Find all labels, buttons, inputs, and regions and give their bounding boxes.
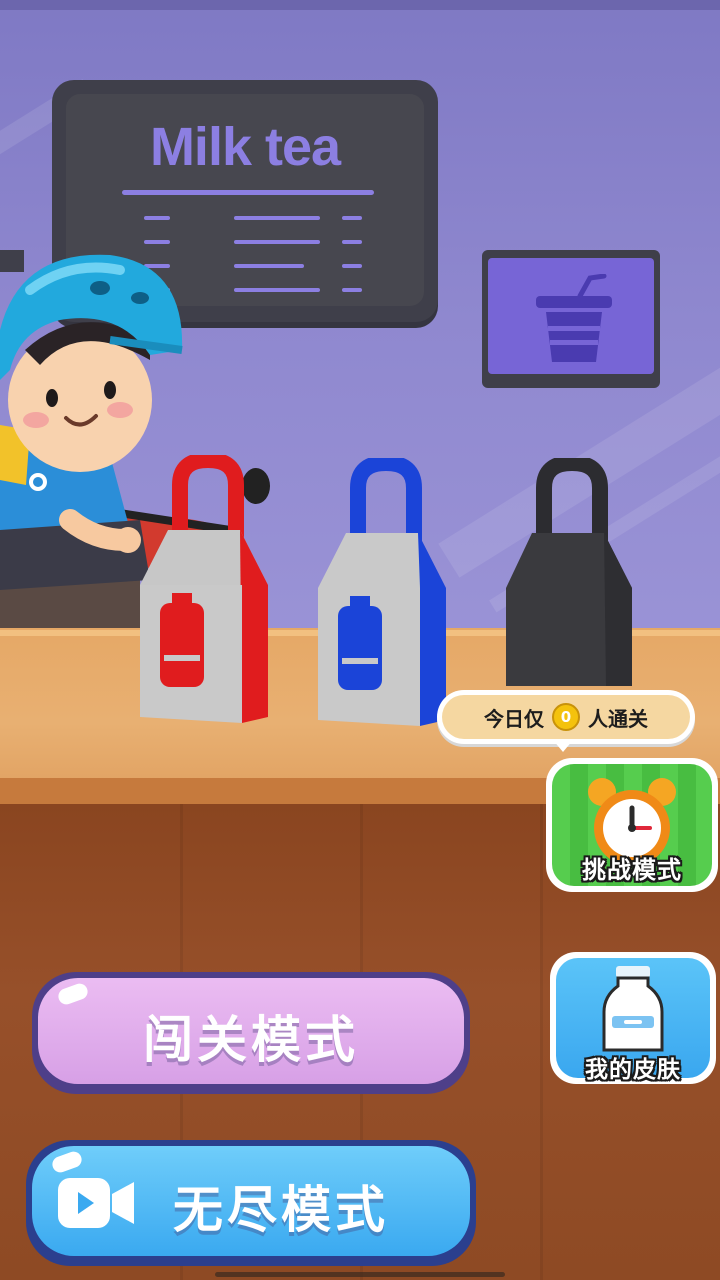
wall-trim [0, 0, 720, 10]
challenge-mode-label: 挑战模式 [582, 856, 682, 884]
blue-bag[interactable] [316, 458, 456, 728]
challenge-tip-suffix: 人通关 [588, 706, 648, 731]
level-mode-button[interactable]: 闯关模式 [32, 972, 470, 1094]
menu-line [144, 216, 170, 220]
my-skin-button[interactable]: 我的皮肤 [550, 952, 716, 1084]
red-bag[interactable] [138, 455, 278, 725]
my-skin-label: 我的皮肤 [585, 1057, 681, 1083]
challenge-tip-pointer [553, 740, 573, 752]
home-indicator[interactable] [215, 1272, 505, 1277]
menu-line [342, 288, 362, 292]
black-bag[interactable] [502, 458, 642, 688]
menu-line [234, 240, 320, 244]
challenge-mode-button[interactable]: 挑战模式 [546, 758, 718, 892]
menu-line [342, 240, 362, 244]
menu-line [144, 240, 170, 244]
menu-line [234, 216, 320, 220]
menu-line [342, 216, 362, 220]
challenge-tip-inner: 今日仅 0 人通关 [442, 695, 690, 739]
menu-line [342, 264, 362, 268]
clear-count-badge: 0 [552, 703, 580, 731]
endless-mode-label: 无尽模式 [173, 1181, 389, 1239]
menu-board-title: Milk tea [149, 117, 341, 177]
challenge-tip: 今日仅 0 人通关 [437, 690, 695, 744]
drink-cup-icon [536, 274, 612, 362]
challenge-tip-prefix: 今日仅 [484, 706, 544, 731]
wood-grain [540, 804, 543, 1280]
milk-bottle-icon [602, 966, 664, 1052]
cup-sign-screen [488, 258, 654, 374]
menu-divider [122, 190, 374, 195]
level-mode-label: 闯关模式 [143, 1011, 359, 1069]
endless-mode-button[interactable]: 无尽模式 [26, 1140, 476, 1266]
cup-sign [482, 250, 660, 388]
